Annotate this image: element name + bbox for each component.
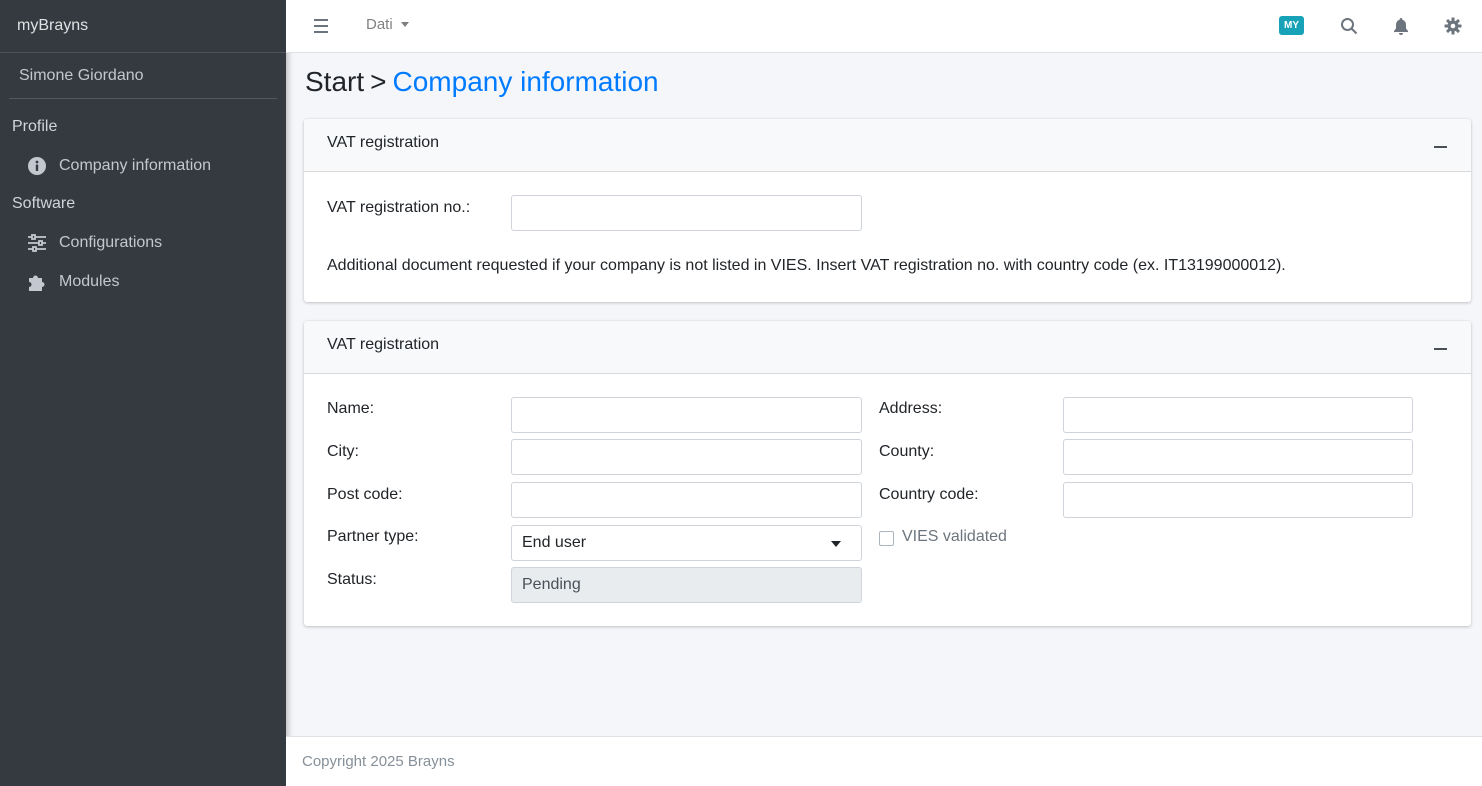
caret-down-icon bbox=[400, 22, 409, 27]
nav-header-profile: Profile bbox=[12, 118, 58, 135]
vat-registration-label: VAT registration no.: bbox=[327, 199, 471, 216]
vat-card: VAT registration VAT registration no.: A… bbox=[304, 119, 1471, 302]
vies-validated-checkbox[interactable] bbox=[879, 531, 894, 546]
info-circle-icon bbox=[26, 155, 48, 177]
vat-help-text: Additional document requested if your co… bbox=[327, 257, 1286, 274]
vat-card-header: VAT registration bbox=[304, 119, 1471, 172]
name-label: Name: bbox=[327, 400, 375, 417]
sidebar-item-company-information[interactable]: Company information bbox=[0, 146, 286, 185]
post-code-input[interactable] bbox=[511, 482, 862, 518]
bell-icon[interactable] bbox=[1391, 16, 1411, 36]
card-title: VAT registration bbox=[327, 134, 440, 151]
city-label: City: bbox=[327, 443, 359, 460]
partner-type-select[interactable]: End user bbox=[511, 525, 862, 561]
brand-logo-text[interactable]: myBrayns bbox=[0, 0, 286, 53]
sidebar-item-label: Configurations bbox=[59, 233, 163, 251]
name-input[interactable] bbox=[511, 397, 862, 433]
breadcrumb: Start > Company information bbox=[305, 66, 659, 98]
country-code-input[interactable] bbox=[1063, 482, 1413, 518]
address-label: Address: bbox=[879, 400, 943, 417]
county-label: County: bbox=[879, 443, 935, 460]
post-code-label: Post code: bbox=[327, 486, 403, 503]
address-input[interactable] bbox=[1063, 397, 1413, 433]
nav-header-software: Software bbox=[12, 195, 76, 212]
county-input[interactable] bbox=[1063, 439, 1413, 475]
vat-registration-input[interactable] bbox=[511, 195, 862, 231]
collapse-minus-icon[interactable] bbox=[1431, 339, 1451, 359]
country-code-label: Country code: bbox=[879, 486, 979, 503]
vies-validated-label: VIES validated bbox=[902, 528, 1007, 545]
company-card: VAT registration Name: City: Post code: … bbox=[304, 321, 1471, 626]
sliders-icon bbox=[26, 232, 48, 254]
breadcrumb-separator: > bbox=[370, 66, 387, 97]
my-badge[interactable]: MY bbox=[1279, 16, 1304, 35]
puzzle-icon bbox=[26, 271, 48, 293]
city-input[interactable] bbox=[511, 439, 862, 475]
sidebar-item-modules[interactable]: Modules bbox=[0, 262, 286, 301]
partner-type-value: End user bbox=[522, 534, 587, 551]
breadcrumb-root[interactable]: Start bbox=[305, 66, 364, 97]
status-field: Pending bbox=[511, 567, 862, 603]
chevron-down-icon bbox=[831, 541, 841, 547]
gear-icon[interactable] bbox=[1443, 16, 1463, 36]
collapse-minus-icon[interactable] bbox=[1431, 137, 1451, 157]
dati-label: Dati bbox=[366, 16, 393, 33]
sidebar-item-configurations[interactable]: Configurations bbox=[0, 223, 286, 262]
partner-type-label: Partner type: bbox=[327, 528, 419, 545]
search-icon[interactable] bbox=[1339, 16, 1359, 36]
sidebar-item-label: Modules bbox=[59, 272, 120, 290]
copyright-text: Copyright 2025 Brayns bbox=[302, 753, 455, 770]
dati-dropdown[interactable]: Dati bbox=[366, 16, 409, 33]
breadcrumb-current[interactable]: Company information bbox=[393, 66, 659, 97]
card-title: VAT registration bbox=[327, 336, 440, 353]
company-card-header: VAT registration bbox=[304, 321, 1471, 374]
topbar: Dati MY bbox=[286, 0, 1482, 53]
sidebar-item-label: Company information bbox=[59, 156, 212, 174]
footer: Copyright 2025 Brayns bbox=[286, 736, 1482, 786]
user-name[interactable]: Simone Giordano bbox=[9, 53, 277, 99]
status-label: Status: bbox=[327, 571, 377, 588]
main-content: Start > Company information VAT registrati… bbox=[286, 53, 1482, 736]
sidebar: myBrayns Simone Giordano Profile Company… bbox=[0, 0, 286, 786]
hamburger-icon[interactable] bbox=[313, 16, 329, 36]
